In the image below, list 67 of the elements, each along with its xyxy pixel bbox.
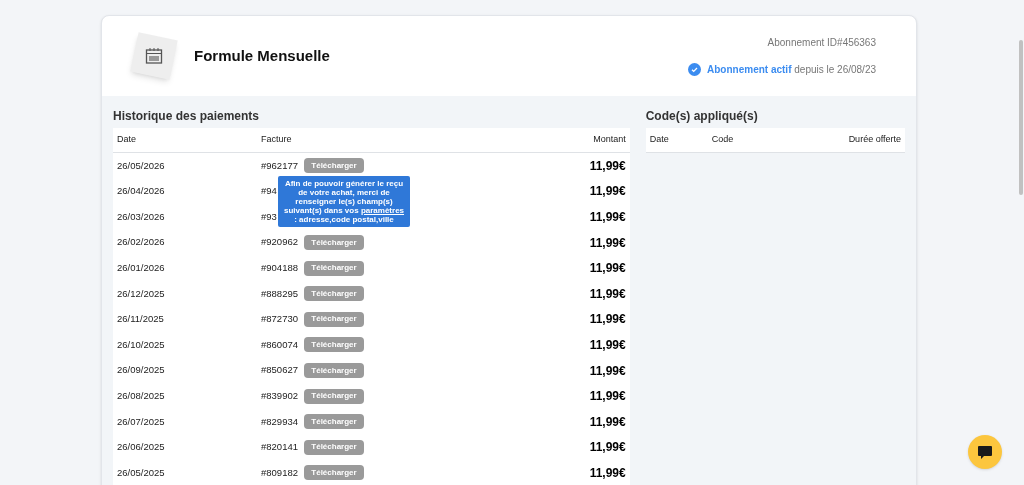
date-cell-text: 26/12/2025 xyxy=(117,286,166,301)
plan-title: Formule Mensuelle xyxy=(194,45,330,66)
calendar-icon xyxy=(130,32,178,80)
amount-cell-text: 11,99€ xyxy=(589,234,626,252)
date-cell-text: 26/06/2025 xyxy=(117,440,166,455)
date-cell-text: 26/08/2025 xyxy=(117,389,166,403)
date-cell-text: 26/05/2025 xyxy=(117,465,166,480)
amount-cell-text: 11,99€ xyxy=(589,439,626,457)
invoice-number: #962177 xyxy=(261,158,298,173)
download-button[interactable]: Télécharger xyxy=(304,388,364,404)
download-button[interactable]: Télécharger xyxy=(304,465,364,481)
column-header: Date xyxy=(649,133,670,147)
download-button[interactable]: Télécharger xyxy=(304,363,364,379)
amount-cell-text: 11,99€ xyxy=(589,183,626,201)
column-header: Date xyxy=(117,133,137,147)
amount-cell-text: 11,99€ xyxy=(589,209,626,226)
date-cell-text: 26/01/2026 xyxy=(117,261,166,276)
subscription-id: Abonnement ID#456363 xyxy=(767,36,876,50)
scrollbar[interactable] xyxy=(1019,40,1023,195)
amount-cell-text: 11,99€ xyxy=(589,311,626,329)
column-header: Montant xyxy=(593,133,626,147)
settings-link[interactable]: paramètres xyxy=(360,206,405,215)
amount-cell-text: 11,99€ xyxy=(589,413,626,431)
status-text: Abonnement actif depuis le 26/08/23 xyxy=(707,63,876,77)
date-cell-text: 26/07/2025 xyxy=(117,414,166,429)
amount-cell-text: 11,99€ xyxy=(589,260,626,278)
invoice-number: #872730 xyxy=(261,312,298,327)
amount-cell-text: 11,99€ xyxy=(589,336,626,354)
download-button[interactable]: Télécharger xyxy=(304,235,364,251)
download-button[interactable]: Télécharger xyxy=(304,337,364,353)
date-cell-text: 26/09/2025 xyxy=(117,363,166,378)
date-cell-text: 26/10/2025 xyxy=(117,337,166,352)
invoice-number: #860074 xyxy=(261,337,298,352)
download-button[interactable]: Télécharger xyxy=(304,439,364,455)
date-cell-text: 26/02/2026 xyxy=(117,235,166,250)
column-header: Durée offerte xyxy=(848,133,901,147)
invoice-number: #850627 xyxy=(261,363,298,378)
date-cell-text: 26/03/2026 xyxy=(117,209,166,224)
download-button[interactable]: Télécharger xyxy=(304,158,364,174)
tooltip: Afin de pouvoir générer le reçu de votre achat, merci de renseigner le(s) champ(s) suivant(s) dans vos paramètres : adresse,code postal,ville xyxy=(278,176,410,227)
amount-cell-text: 11,99€ xyxy=(589,362,626,380)
invoice-number: #904188 xyxy=(261,261,298,276)
section-title: Code(s) appliqué(s) xyxy=(645,108,759,125)
chat-button[interactable] xyxy=(968,435,1002,469)
invoice-number: #93 xyxy=(261,209,277,224)
column-header: Facture xyxy=(261,133,293,147)
invoice-number: #829934 xyxy=(261,414,298,429)
download-button[interactable]: Télécharger xyxy=(304,311,364,327)
chat-icon xyxy=(977,444,993,460)
download-button[interactable]: Télécharger xyxy=(304,286,364,302)
column-header: Code xyxy=(711,133,735,147)
invoice-number: #920962 xyxy=(261,235,298,250)
invoice-number: #94 xyxy=(261,184,277,199)
invoice-number: #888295 xyxy=(261,286,298,301)
amount-cell-text: 11,99€ xyxy=(589,388,626,406)
download-button[interactable]: Télécharger xyxy=(304,414,364,430)
date-cell-text: 26/04/2026 xyxy=(117,184,166,199)
invoice-number: #820141 xyxy=(261,440,298,455)
amount-cell-text: 11,99€ xyxy=(589,157,626,175)
download-button[interactable]: Télécharger xyxy=(304,260,364,276)
amount-cell-text: 11,99€ xyxy=(589,285,626,303)
invoice-number: #839902 xyxy=(261,389,298,403)
amount-cell-text: 11,99€ xyxy=(589,464,626,482)
date-cell-text: 26/11/2025 xyxy=(117,312,165,327)
date-cell-text: 26/05/2026 xyxy=(117,158,166,173)
section-title: Historique des paiements xyxy=(113,108,261,125)
invoice-number: #809182 xyxy=(261,465,298,480)
